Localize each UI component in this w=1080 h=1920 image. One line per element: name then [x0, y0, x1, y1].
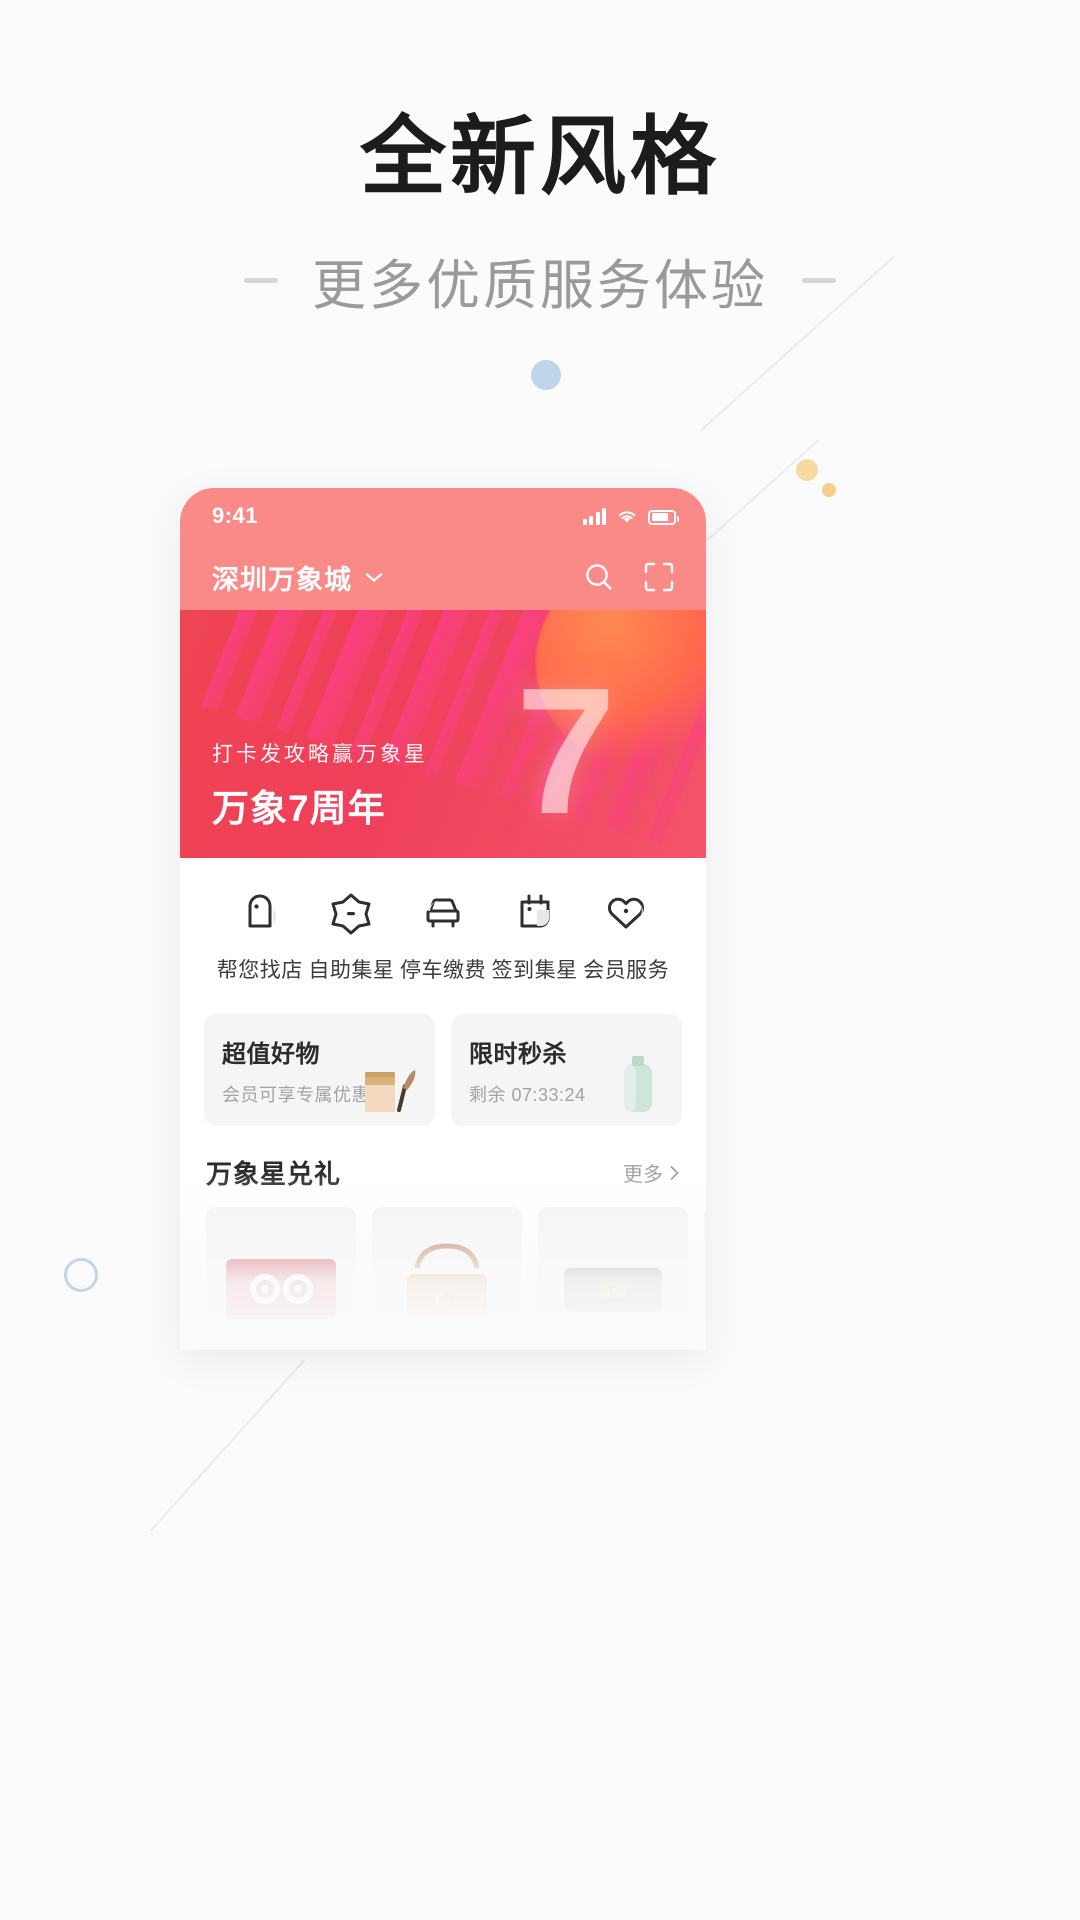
heart-icon — [598, 884, 654, 940]
quick-action-member-service[interactable]: 会员服务 — [580, 884, 672, 984]
search-icon[interactable] — [582, 560, 616, 594]
chevron-down-icon — [365, 573, 383, 582]
star-burst-icon — [323, 884, 379, 940]
gift-card[interactable]: Coach | SOFT ... 1213677万象星 — [372, 1207, 522, 1350]
quick-action-label: 停车缴费 — [399, 959, 486, 982]
quick-action-find-shop[interactable]: 帮您找店 — [214, 884, 306, 984]
gift-card[interactable]: Coach | 明星同... 1413677万象星 — [538, 1207, 688, 1350]
location-label: 深圳万象城 — [212, 564, 352, 595]
shop-tag-icon — [232, 884, 288, 940]
deco-ring-blue — [64, 1258, 98, 1292]
quick-action-checkin[interactable]: 签到集星 — [489, 884, 581, 984]
deco-dot-yellow-large — [796, 459, 818, 481]
deco-dot-blue — [531, 360, 561, 390]
app-navbar: 深圳万象城 — [180, 544, 706, 610]
deco-line-right-mid — [706, 439, 819, 542]
scan-icon[interactable] — [642, 560, 676, 594]
promo-card-flash-sale[interactable]: 限时秒杀 剩余 07:33:24 — [451, 1014, 682, 1126]
partial-card-image — [704, 1207, 706, 1350]
quick-action-label: 签到集星 — [491, 959, 578, 982]
gift-section-header: 万象星兑礼 更多 — [180, 1154, 706, 1207]
dash-right-icon — [802, 277, 836, 283]
bottle-image — [624, 1056, 652, 1112]
quick-action-label: 自助集星 — [308, 959, 395, 982]
red-card-case-image — [206, 1207, 356, 1350]
battery-icon — [648, 509, 679, 525]
banner-text-block: 打卡发攻略赢万象星 万象7周年 — [212, 738, 428, 832]
deco-dot-yellow-small — [822, 483, 836, 497]
gift-section-title: 万象星兑礼 — [206, 1159, 342, 1189]
chevron-right-icon — [670, 1165, 679, 1180]
cellular-signal-icon — [582, 507, 606, 525]
quick-action-self-star[interactable]: 自助集星 — [306, 884, 398, 984]
quick-action-label: 帮您找店 — [216, 959, 303, 982]
banner-title: 万象7周年 — [212, 788, 386, 829]
gift-card-partial[interactable] — [704, 1207, 706, 1350]
page-subtitle-row: 更多优质服务体验 — [0, 241, 1080, 320]
calendar-icon — [507, 884, 563, 940]
status-bar: 9:41 — [180, 488, 706, 544]
navbar-actions — [582, 560, 676, 594]
car-icon — [415, 884, 471, 940]
hero-banner[interactable]: 7 打卡发攻略赢万象星 万象7周年 — [180, 610, 706, 858]
status-time: 9:41 — [212, 503, 259, 528]
promo-headline-block: 全新风格 更多优质服务体验 — [0, 110, 1080, 320]
location-selector[interactable]: 深圳万象城 — [212, 558, 384, 597]
banner-anniversary-numeral: 7 — [515, 651, 616, 852]
promo-card-value-goods[interactable]: 超值好物 会员可享专属优惠 — [204, 1014, 435, 1126]
dash-left-icon — [244, 277, 278, 283]
promo-card-row: 超值好物 会员可享专属优惠 限时秒杀 剩余 07:33:24 — [180, 1008, 706, 1146]
banner-subtitle: 打卡发攻略赢万象星 — [212, 743, 428, 766]
cosmetics-image — [365, 1070, 416, 1112]
gift-card-list: Coach | SWEETIE 400000万象星 Coach | SOFT .… — [180, 1207, 706, 1350]
gift-more-label: 更多 — [623, 1164, 663, 1186]
tan-shoulder-bag-image — [372, 1207, 522, 1350]
quick-action-label: 会员服务 — [583, 959, 670, 982]
wifi-icon — [618, 510, 636, 523]
gift-card[interactable]: Coach | SWEETIE 400000万象星 — [206, 1207, 356, 1350]
page-subtitle: 更多优质服务体验 — [312, 255, 768, 316]
gift-exchange-section: 万象星兑礼 更多 Coach | SWEETIE — [180, 1146, 706, 1350]
quick-actions-row: 帮您找店 自助集星 停车缴费 签到集星 会员服务 — [180, 858, 706, 1008]
brown-flap-bag-image — [538, 1207, 688, 1350]
page-title: 全新风格 — [360, 109, 720, 205]
quick-action-parking[interactable]: 停车缴费 — [397, 884, 489, 984]
phone-mockup: 9:41 深圳万象城 7 打卡发攻略赢万象星 万象7周年 帮您找店 自助集星 停… — [180, 488, 706, 1350]
gift-more-link[interactable]: 更多 — [623, 1158, 680, 1187]
deco-line-left-bottom — [150, 1359, 306, 1532]
phone-header-area: 9:41 深圳万象城 — [180, 488, 706, 610]
status-indicators — [582, 507, 679, 525]
